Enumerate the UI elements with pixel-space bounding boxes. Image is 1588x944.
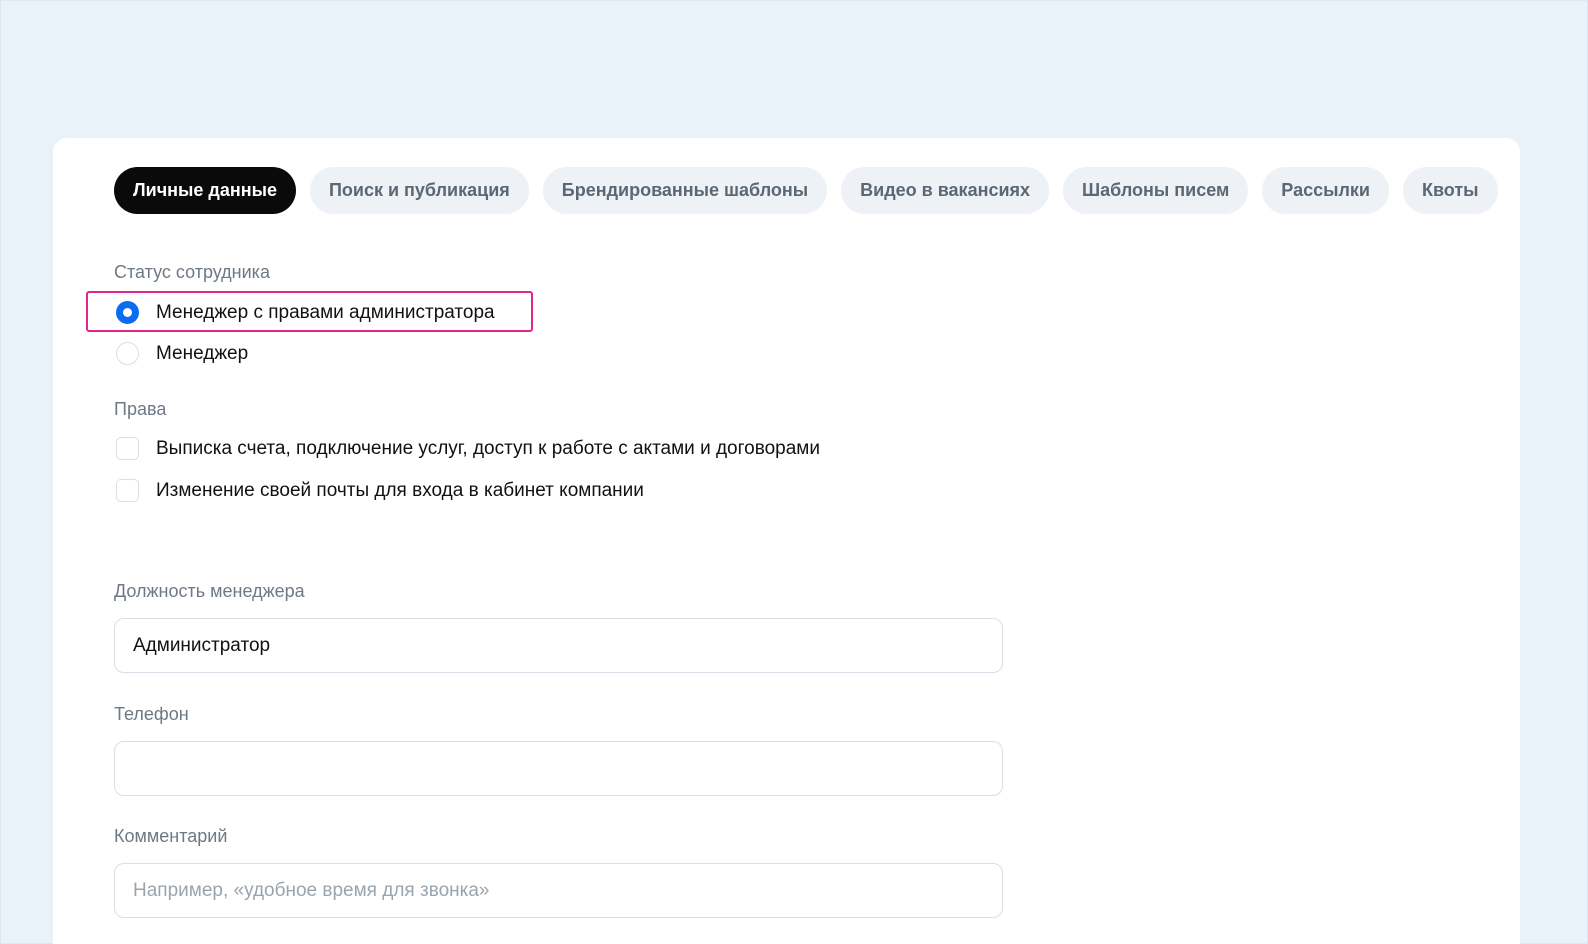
position-label: Должность менеджера bbox=[114, 581, 305, 601]
position-field[interactable] bbox=[114, 618, 1003, 673]
checkbox-icon[interactable] bbox=[116, 437, 139, 460]
checkbox-icon[interactable] bbox=[116, 479, 139, 502]
checkbox-change-email-label: Изменение своей почты для входа в кабине… bbox=[156, 479, 644, 501]
tab-quotas[interactable]: Квоты bbox=[1402, 167, 1498, 214]
radio-manager[interactable]: Менеджер bbox=[116, 342, 248, 365]
tab-letter-templates[interactable]: Шаблоны писем bbox=[1063, 167, 1249, 214]
checkbox-billing-rights-label: Выписка счета, подключение услуг, доступ… bbox=[156, 437, 820, 459]
tab-search-publication[interactable]: Поиск и публикация bbox=[309, 167, 529, 214]
comment-input[interactable] bbox=[133, 879, 984, 902]
radio-dot bbox=[123, 308, 132, 317]
radio-manager-label: Менеджер bbox=[156, 342, 249, 364]
comment-field[interactable] bbox=[114, 863, 1003, 918]
tab-branded-templates[interactable]: Брендированные шаблоны bbox=[542, 167, 828, 214]
checkbox-change-email[interactable]: Изменение своей почты для входа в кабине… bbox=[116, 479, 644, 502]
settings-tabs: Личные данные Поиск и публикация Брендир… bbox=[114, 167, 1498, 214]
radio-unselected-icon[interactable] bbox=[116, 342, 139, 365]
checkbox-billing-rights[interactable]: Выписка счета, подключение услуг, доступ… bbox=[116, 437, 820, 460]
tab-personal-data[interactable]: Личные данные bbox=[114, 167, 296, 214]
settings-card: Личные данные Поиск и публикация Брендир… bbox=[53, 138, 1520, 944]
radio-admin-manager-label: Менеджер с правами администратора bbox=[156, 301, 495, 323]
radio-admin-manager[interactable]: Менеджер с правами администратора bbox=[116, 301, 495, 324]
tab-video-vacancies[interactable]: Видео в вакансиях bbox=[841, 167, 1050, 214]
phone-label: Телефон bbox=[114, 704, 189, 724]
phone-field[interactable] bbox=[114, 741, 1003, 796]
comment-label: Комментарий bbox=[114, 826, 228, 846]
rights-label: Права bbox=[114, 399, 167, 419]
employee-status-label: Статус сотрудника bbox=[114, 262, 270, 282]
phone-input[interactable] bbox=[133, 757, 984, 780]
tab-mailings[interactable]: Рассылки bbox=[1262, 167, 1389, 214]
radio-selected-icon[interactable] bbox=[116, 301, 139, 324]
position-input[interactable] bbox=[133, 634, 984, 657]
